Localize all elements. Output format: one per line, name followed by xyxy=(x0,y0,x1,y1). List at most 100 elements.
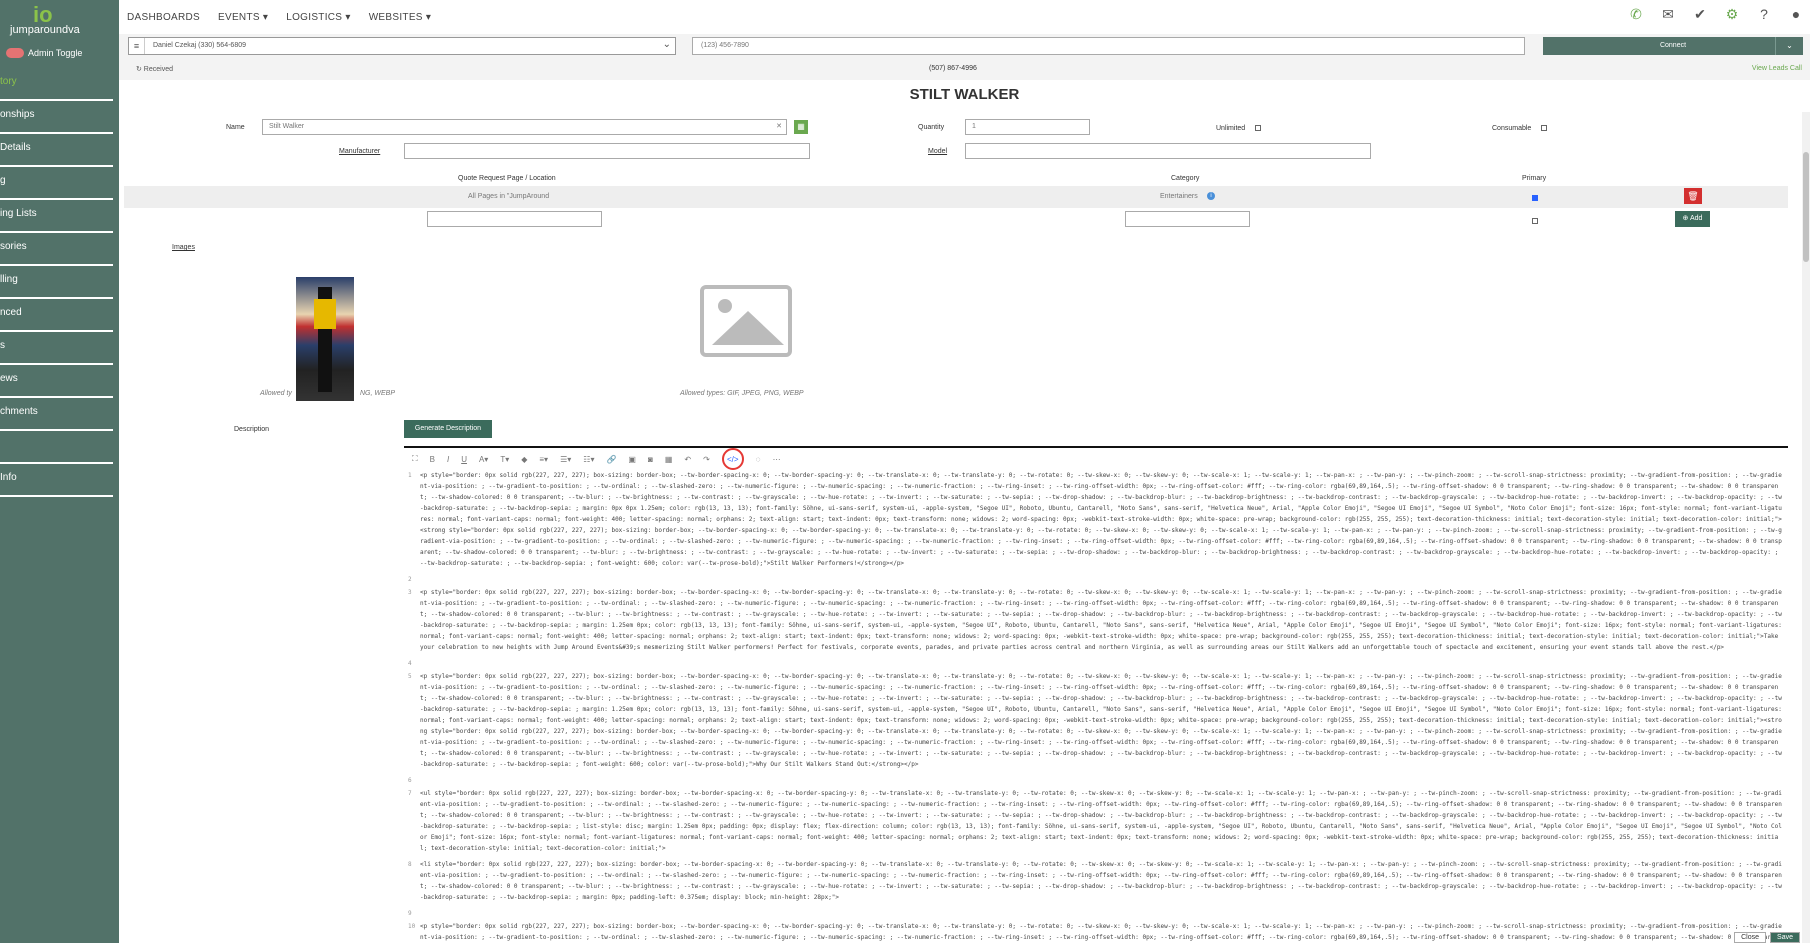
top-bar: DASHBOARDS EVENTS ▾ LOGISTICS ▾ WEBSITES… xyxy=(119,0,1810,34)
save-button[interactable]: Save xyxy=(1770,932,1800,943)
name-label: Name xyxy=(226,124,245,131)
unlimited-label: Unlimited xyxy=(1216,125,1246,132)
nav-events[interactable]: EVENTS ▾ xyxy=(218,12,268,23)
sidebar-item[interactable]: lling xyxy=(0,266,113,299)
mail-icon[interactable]: ✉ xyxy=(1660,6,1676,22)
sidebar-item[interactable]: sories xyxy=(0,233,113,266)
gear-icon[interactable]: ⚙ xyxy=(1724,6,1740,22)
font-size-icon[interactable]: T▾ xyxy=(500,455,509,464)
sidebar-item[interactable]: onships xyxy=(0,101,113,134)
align-icon[interactable]: ≡▾ xyxy=(539,455,548,464)
link-icon[interactable]: 🔗 xyxy=(606,455,616,464)
table-icon[interactable]: ▦ xyxy=(665,455,673,464)
image-placeholder-icon[interactable] xyxy=(700,285,792,357)
user-icon[interactable]: ● xyxy=(1788,6,1804,22)
sidebar-item[interactable]: s xyxy=(0,332,113,365)
qr-header: Quote Request Page / Location xyxy=(458,175,556,182)
unlimited-checkbox[interactable] xyxy=(1255,125,1261,131)
line-number: 5 xyxy=(408,673,412,680)
grid-icon[interactable]: ▦ xyxy=(794,120,808,134)
font-color-icon[interactable]: A▾ xyxy=(479,455,488,464)
ordered-list-icon[interactable]: ☷▾ xyxy=(583,455,594,464)
line-number: 1 xyxy=(408,472,412,479)
quantity-input[interactable]: 1 xyxy=(965,119,1090,135)
camera-icon[interactable]: ◙ xyxy=(648,455,653,464)
sidebar-item[interactable]: tory xyxy=(0,68,113,101)
top-nav: DASHBOARDS EVENTS ▾ LOGISTICS ▾ WEBSITES… xyxy=(127,12,431,23)
scrollbar-thumb[interactable] xyxy=(1803,152,1809,262)
eraser-icon[interactable]: ◌ xyxy=(756,455,761,464)
image-icon[interactable]: ▣ xyxy=(628,455,636,464)
undo-icon[interactable]: ↶ xyxy=(684,455,691,464)
underline-icon[interactable]: U xyxy=(461,455,467,464)
caller-select[interactable]: ≡ Daniel Czekaj (330) 564-6809 ⌄ xyxy=(128,37,676,55)
code-text: <p style="border: 0px solid rgb(227, 227… xyxy=(420,673,1782,768)
code-line: 5 <p style="border: 0px solid rgb(227, 22… xyxy=(408,671,1784,770)
new-primary-checkbox[interactable] xyxy=(1532,218,1538,224)
list-icon[interactable]: ☰▾ xyxy=(560,455,571,464)
sidebar-item[interactable]: g xyxy=(0,167,113,200)
add-button[interactable]: ⊕ Add xyxy=(1675,211,1710,227)
sidebar-item[interactable]: Details xyxy=(0,134,113,167)
description-editor[interactable]: ⛶ B I U A▾ T▾ ◆ ≡▾ ☰▾ ☷▾ 🔗 ▣ ◙ ▦ ↶ ↷ </>… xyxy=(404,446,1788,943)
phone-input[interactable]: (123) 456-7890 xyxy=(692,37,1525,55)
toggle-switch[interactable] xyxy=(6,48,24,58)
check-icon[interactable]: ✔ xyxy=(1692,6,1708,22)
code-line: 8 <li style="border: 0px solid rgb(227, … xyxy=(408,859,1784,903)
sidebar-item[interactable]: nced xyxy=(0,299,113,332)
menu-icon[interactable]: ≡ xyxy=(129,38,145,54)
connect-button[interactable]: Connect ⌄ xyxy=(1543,37,1803,55)
sidebar-items: tory onships Details g ing Lists sories lling n… xyxy=(0,68,119,497)
sidebar-item[interactable]: chments xyxy=(0,398,113,431)
more-icon[interactable]: ⋯ xyxy=(773,455,781,464)
code-view[interactable]: 1 <p style="border: 0px solid rgb(227, 22… xyxy=(404,470,1788,945)
clear-icon[interactable]: ✕ xyxy=(776,120,782,134)
manufacturer-input[interactable] xyxy=(404,143,810,159)
model-input[interactable] xyxy=(965,143,1371,159)
sidebar-item[interactable]: ews xyxy=(0,365,113,398)
delete-button[interactable]: 🗑 xyxy=(1684,188,1702,204)
nav-websites[interactable]: WEBSITES ▾ xyxy=(369,12,431,23)
primary-header: Primary xyxy=(1522,175,1547,182)
phone-icon[interactable]: ✆ xyxy=(1628,6,1644,22)
bold-icon[interactable]: B xyxy=(430,455,435,464)
chevron-down-icon[interactable]: ⌄ xyxy=(663,37,671,53)
connect-dropdown[interactable]: ⌄ xyxy=(1775,37,1803,55)
logo[interactable]: io jumparoundva xyxy=(8,2,108,37)
category-row xyxy=(124,186,1788,208)
line-number: 2 xyxy=(408,576,412,583)
code-lines: 1 <p style="border: 0px solid rgb(227, 22… xyxy=(408,470,1784,945)
line-number: 10 xyxy=(408,923,416,930)
name-input[interactable]: Stilt Walker ✕ xyxy=(262,119,787,135)
placeholder-mountain xyxy=(712,311,784,345)
close-button[interactable]: Close xyxy=(1734,932,1767,943)
fullscreen-icon[interactable]: ⛶ xyxy=(412,454,418,464)
scrollbar[interactable] xyxy=(1802,112,1810,943)
consumable-checkbox[interactable] xyxy=(1541,125,1547,131)
stilt-walker-photo[interactable] xyxy=(296,277,354,401)
info-icon[interactable]: i xyxy=(1207,192,1215,200)
code-line: 3 <p style="border: 0px solid rgb(227, 22… xyxy=(408,587,1784,653)
code-view-icon[interactable]: </> xyxy=(721,448,744,470)
nav-logistics[interactable]: LOGISTICS ▾ xyxy=(286,12,350,23)
highlight-icon[interactable]: ◆ xyxy=(521,455,527,464)
italic-icon[interactable]: I xyxy=(447,455,449,464)
qr-page-input[interactable] xyxy=(427,211,602,227)
logo-mark: io xyxy=(33,2,53,27)
manufacturer-label: Manufacturer xyxy=(339,148,381,155)
sidebar-item[interactable]: ing Lists xyxy=(0,200,113,233)
primary-checkbox[interactable] xyxy=(1532,195,1538,201)
code-text: <li style="border: 0px solid rgb(227, 22… xyxy=(420,861,1782,901)
category-input[interactable] xyxy=(1125,211,1250,227)
view-leads-link[interactable]: View Leads Call xyxy=(1752,65,1802,72)
generate-description-button[interactable]: Generate Description xyxy=(404,420,492,438)
images-label: Images xyxy=(172,244,195,251)
nav-dashboards[interactable]: DASHBOARDS xyxy=(127,12,200,23)
line-number: 9 xyxy=(408,910,412,917)
sidebar-item[interactable] xyxy=(0,431,113,464)
help-icon[interactable]: ? xyxy=(1756,6,1772,22)
redo-icon[interactable]: ↷ xyxy=(703,455,710,464)
admin-toggle[interactable]: Admin Toggle xyxy=(6,48,82,58)
received-status: ↻ Received xyxy=(136,66,173,73)
sidebar-item[interactable]: Info xyxy=(0,464,113,497)
